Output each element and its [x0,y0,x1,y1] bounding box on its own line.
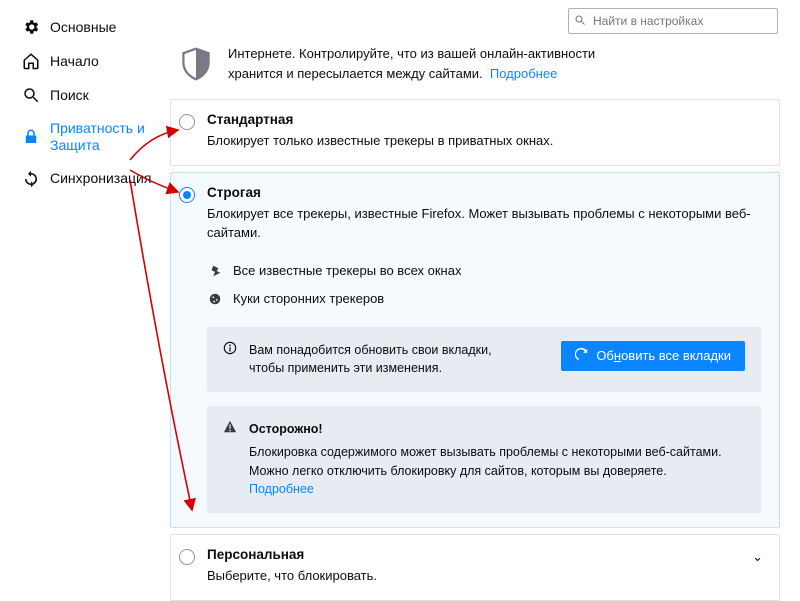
option-desc: Блокирует только известные трекеры в при… [207,131,761,151]
shield-icon [178,46,214,82]
sidebar-item-sync[interactable]: Синхронизация [18,162,170,196]
info-text: Вам понадобится обновить свои вкладки, [249,343,492,357]
tracking-intro: Интернете. Контролируйте, что из вашей о… [170,44,780,99]
info-icon [223,341,237,361]
search-icon [22,86,40,104]
warning-title: Осторожно! [249,420,745,439]
radio-standard[interactable] [179,114,195,130]
option-desc: Блокирует все трекеры, известные Firefox… [207,204,761,243]
option-strict[interactable]: Строгая Блокирует все трекеры, известные… [170,172,780,529]
strict-block-list: Все известные трекеры во всех окнах Куки… [207,257,761,313]
sidebar-item-label: Приватность и Защита [50,120,166,154]
warning-text: Блокировка содержимого может вызывать пр… [249,443,745,481]
sidebar: Основные Начало Поиск Приватность и Защи… [0,0,170,566]
reload-icon [575,348,588,364]
warning-box: Осторожно! Блокировка содержимого может … [207,406,761,513]
list-item-label: Куки сторонних трекеров [233,291,384,306]
search-input[interactable] [568,8,778,34]
lock-icon [22,128,40,146]
sidebar-item-home[interactable]: Начало [18,44,170,78]
info-text: чтобы применить эти изменения. [249,361,442,375]
sidebar-item-label: Поиск [50,87,89,104]
tracker-icon [207,263,223,279]
option-custom[interactable]: ⌄ Персональная Выберите, что блокировать… [170,534,780,601]
option-title: Персональная [207,547,761,562]
option-title: Стандартная [207,112,761,127]
list-item-label: Все известные трекеры во всех окнах [233,263,461,278]
option-desc: Выберите, что блокировать. [207,566,761,586]
radio-custom[interactable] [179,549,195,565]
sync-icon [22,170,40,188]
learn-more-link[interactable]: Подробнее [490,66,557,81]
sidebar-item-general[interactable]: Основные [18,10,170,44]
sidebar-item-label: Основные [50,19,116,36]
sidebar-item-label: Начало [50,53,99,70]
radio-strict[interactable] [179,187,195,203]
chevron-down-icon[interactable]: ⌄ [752,549,763,565]
list-item: Все известные трекеры во всех окнах [207,257,761,285]
cookie-icon [207,291,223,307]
sidebar-item-label: Синхронизация [50,170,151,187]
sidebar-item-privacy[interactable]: Приватность и Защита [18,112,170,162]
sidebar-item-search[interactable]: Поиск [18,78,170,112]
learn-more-link[interactable]: Подробнее [249,482,314,496]
reload-tabs-button[interactable]: Обновить все вкладки [561,341,745,371]
list-item: Куки сторонних трекеров [207,285,761,313]
main-content: Интернете. Контролируйте, что из вашей о… [170,0,800,566]
intro-text: хранится и пересылается между сайтами. [228,66,483,81]
warning-icon [223,420,237,440]
button-label: Обновить все вкладки [596,348,731,363]
gear-icon [22,18,40,36]
home-icon [22,52,40,70]
reload-info-box: Вам понадобится обновить свои вкладки, ч… [207,327,761,393]
intro-text: Интернете. Контролируйте, что из вашей о… [228,46,595,61]
option-standard[interactable]: Стандартная Блокирует только известные т… [170,99,780,166]
option-title: Строгая [207,185,761,200]
search-icon [574,14,586,26]
search-wrap [568,8,778,34]
